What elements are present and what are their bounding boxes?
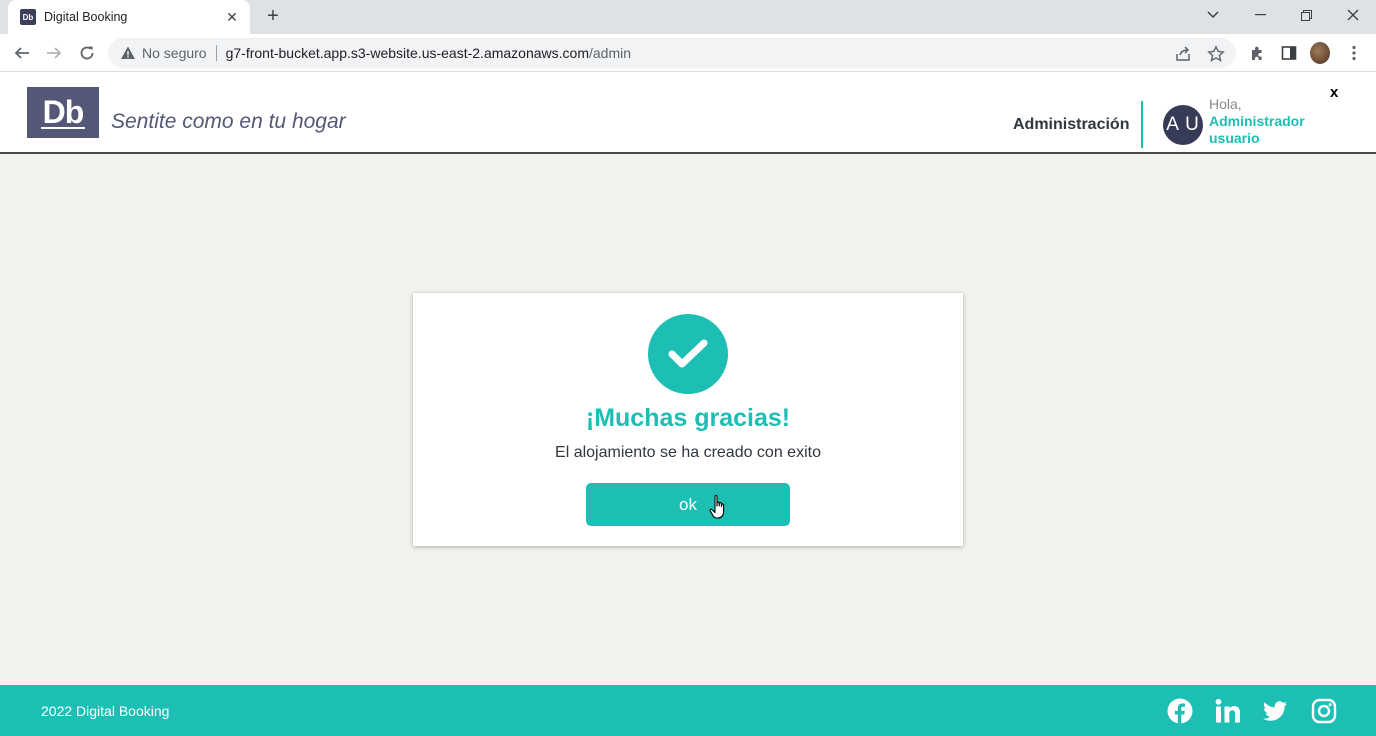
- tab-search-icon[interactable]: [1190, 0, 1236, 30]
- greeting: Hola,: [1209, 96, 1242, 112]
- slogan: Sentite como en tu hogar: [111, 110, 346, 133]
- share-icon[interactable]: [1174, 45, 1192, 63]
- new-tab-button[interactable]: +: [262, 6, 284, 28]
- omnibox-separator: [215, 45, 217, 61]
- logo-text: Db: [40, 93, 86, 130]
- forward-icon[interactable]: [42, 41, 66, 65]
- reload-icon[interactable]: [75, 41, 99, 65]
- tab-title: Digital Booking: [44, 10, 128, 24]
- close-window-icon[interactable]: [1330, 0, 1376, 30]
- twitter-icon[interactable]: [1262, 698, 1288, 724]
- site-header: Db Sentite como en tu hogar Administraci…: [0, 72, 1376, 154]
- modal-message: El alojamiento se ha creado con exito: [555, 444, 821, 461]
- address-bar: No seguro g7-front-bucket.app.s3-website…: [0, 34, 1376, 72]
- user-name: Administrador usuario: [1209, 113, 1305, 146]
- logo[interactable]: Db: [27, 87, 99, 138]
- linkedin-icon[interactable]: [1215, 698, 1241, 724]
- minimize-icon[interactable]: [1237, 0, 1283, 30]
- back-icon[interactable]: [10, 41, 34, 65]
- modal-title: ¡Muchas gracias!: [585, 404, 791, 432]
- security-warning[interactable]: No seguro: [120, 45, 207, 61]
- url-host: g7-front-bucket.app.s3-website.us-east-2…: [225, 45, 589, 61]
- ok-button[interactable]: ok: [586, 483, 790, 526]
- tab-favicon-icon: Db: [20, 9, 36, 25]
- profile-icon[interactable]: [1310, 42, 1330, 64]
- instagram-icon[interactable]: [1311, 698, 1337, 724]
- browser-tab-bar: Db Digital Booking ✕ +: [0, 0, 1376, 34]
- browser-tab[interactable]: Db Digital Booking ✕: [8, 0, 250, 34]
- browser-menu-icon[interactable]: [1344, 43, 1364, 63]
- footer-copyright: 2022 Digital Booking: [41, 703, 170, 719]
- user-avatar: A U: [1163, 105, 1203, 145]
- hand-pointer-cursor-icon: [709, 495, 725, 519]
- url-omnibox[interactable]: No seguro g7-front-bucket.app.s3-website…: [108, 38, 1236, 68]
- profile-avatar: [1310, 42, 1330, 64]
- extensions-icon[interactable]: [1247, 43, 1267, 63]
- tab-close-icon[interactable]: ✕: [224, 9, 240, 26]
- admin-link[interactable]: Administración: [1013, 116, 1129, 134]
- site-footer: 2022 Digital Booking: [0, 685, 1376, 736]
- success-modal: ¡Muchas gracias! El alojamiento se ha cr…: [413, 293, 963, 546]
- facebook-icon[interactable]: [1167, 698, 1193, 724]
- security-label: No seguro: [142, 45, 207, 61]
- header-divider: [1141, 101, 1143, 148]
- restore-icon[interactable]: [1283, 0, 1329, 30]
- url-path: /admin: [589, 45, 632, 61]
- success-check-icon: [648, 314, 728, 394]
- bookmark-star-icon[interactable]: [1207, 45, 1225, 63]
- warning-icon: [121, 46, 135, 59]
- side-panel-icon[interactable]: [1279, 43, 1299, 63]
- url-text: g7-front-bucket.app.s3-website.us-east-2…: [226, 45, 631, 61]
- logout-close-button[interactable]: x: [1330, 84, 1338, 101]
